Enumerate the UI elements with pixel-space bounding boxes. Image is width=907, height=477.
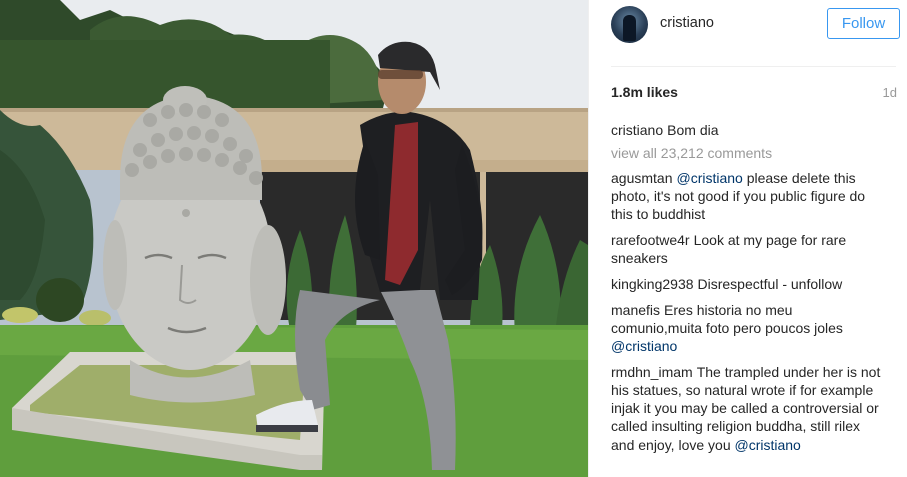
follow-button[interactable]: Follow	[827, 8, 900, 39]
comment-username[interactable]: rmdhn_imam	[611, 364, 693, 380]
post-caption: cristiano Bom dia	[611, 121, 881, 139]
comment-mention[interactable]: @cristiano	[676, 170, 742, 186]
post-header: cristiano Follow	[589, 0, 907, 58]
comment-username[interactable]: agusmtan	[611, 170, 672, 186]
post-username[interactable]: cristiano	[660, 15, 714, 31]
comment-item: agusmtan @cristiano please delete this ph…	[611, 169, 881, 224]
avatar-figure	[623, 15, 636, 41]
profile-avatar[interactable]	[611, 6, 648, 43]
post-time[interactable]: 1d	[883, 85, 897, 100]
comment-mention[interactable]: @cristiano	[611, 338, 677, 354]
comment-mention[interactable]: @cristiano	[735, 437, 801, 453]
comment-username[interactable]: kingking2938	[611, 276, 694, 292]
comments-list: cristiano Bom dia view all 23,212 comment…	[611, 121, 881, 461]
caption-text: Bom dia	[667, 122, 719, 138]
comment-item: rmdhn_imam The trampled under her is not …	[611, 363, 881, 454]
comment-text: Disrespectful - unfollow	[697, 275, 843, 292]
instagram-post: cristiano Follow 1.8m likes 1d cristiano…	[0, 0, 907, 477]
header-divider	[611, 66, 896, 67]
comment-item: rarefootwe4r Look at my page for rare sne…	[611, 231, 881, 267]
post-details-panel: cristiano Follow 1.8m likes 1d cristiano…	[588, 0, 907, 477]
view-all-comments-link[interactable]: view all 23,212 comments	[611, 144, 881, 162]
post-photo[interactable]	[0, 0, 588, 477]
comment-username[interactable]: manefis	[611, 302, 660, 318]
comment-item: kingking2938 Disrespectful - unfollow	[611, 275, 881, 293]
caption-username[interactable]: cristiano	[611, 122, 663, 138]
photo-illustration	[0, 0, 588, 477]
comment-item: manefis Eres historia no meu comunio,muit…	[611, 301, 881, 356]
comment-username[interactable]: rarefootwe4r	[611, 232, 690, 248]
likes-count[interactable]: 1.8m likes	[611, 84, 678, 100]
